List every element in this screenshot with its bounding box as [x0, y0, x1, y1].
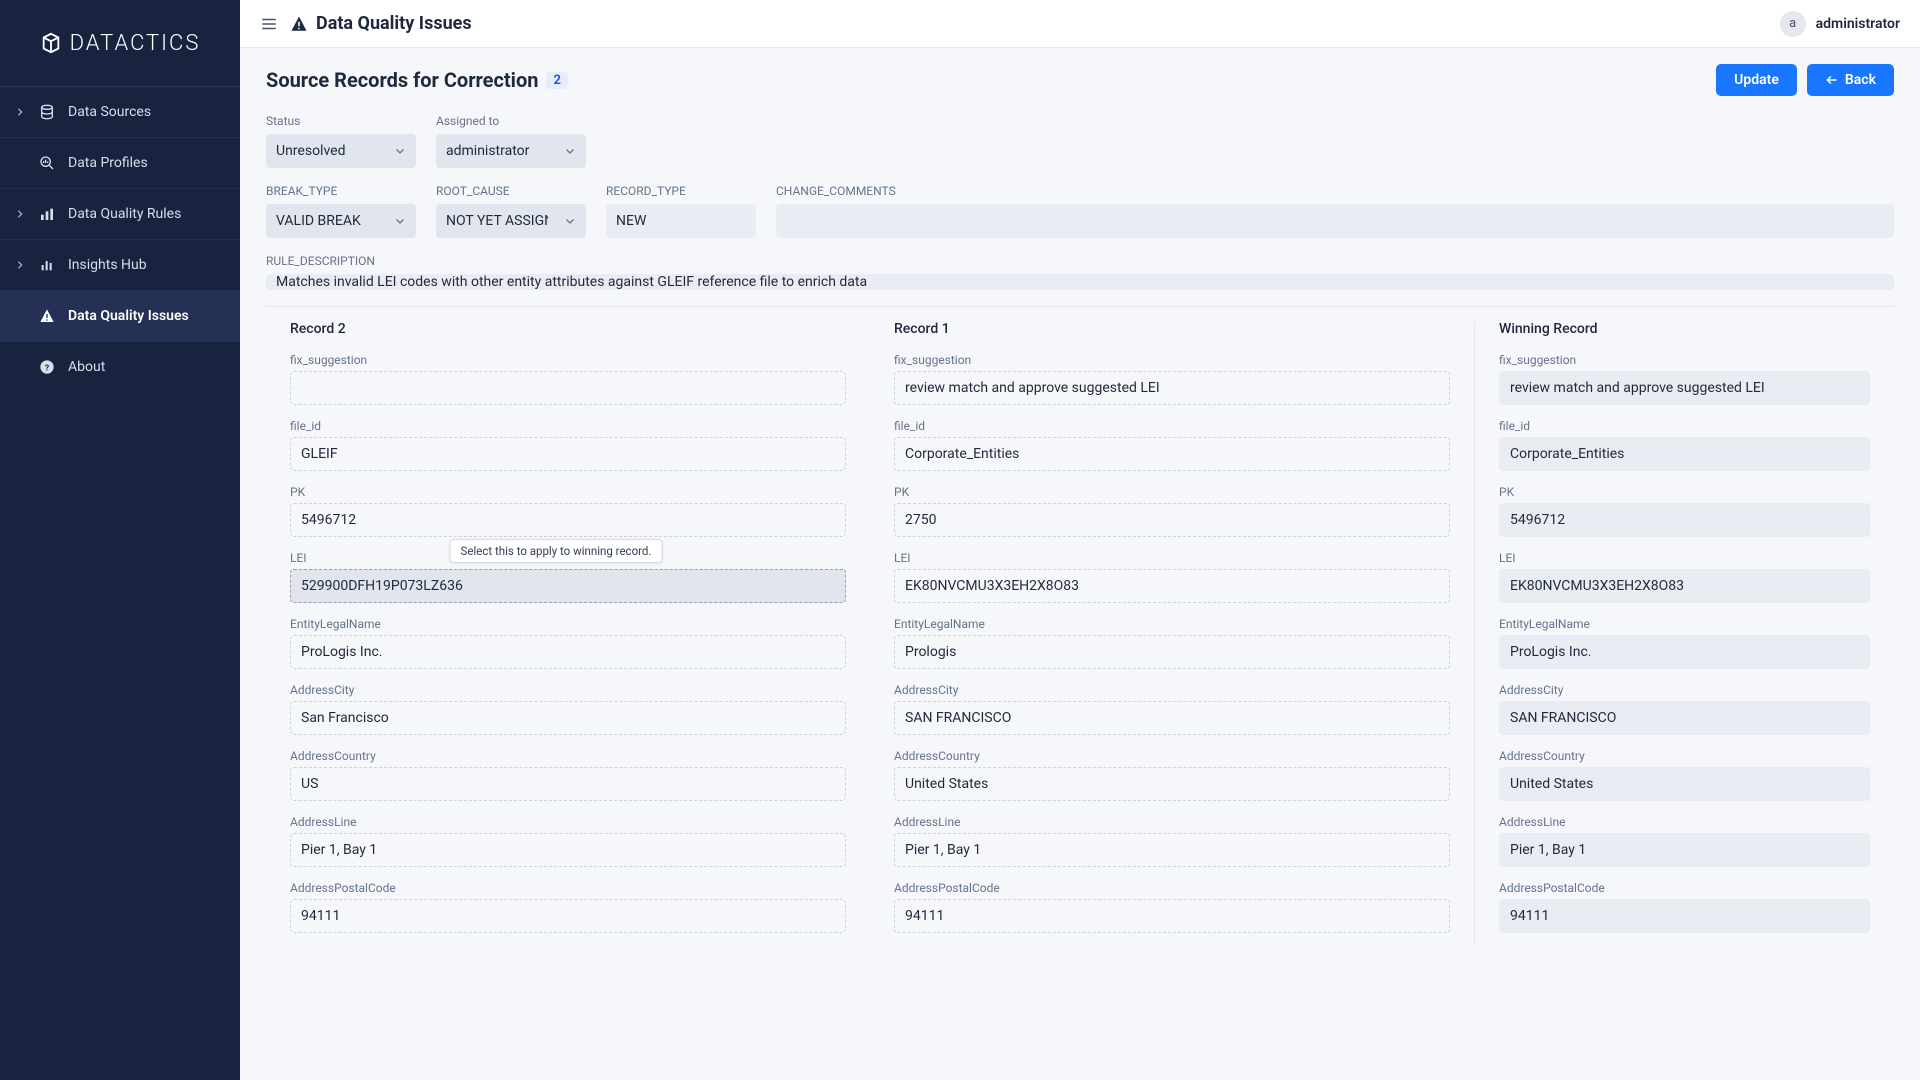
user-menu[interactable]: a administrator — [1780, 11, 1900, 37]
break-type-select[interactable]: VALID BREAK — [266, 204, 416, 238]
update-button[interactable]: Update — [1716, 64, 1797, 96]
r1-entity-legal-name[interactable]: Prologis — [894, 635, 1450, 669]
analytics-icon — [38, 256, 56, 274]
user-name: administrator — [1816, 16, 1900, 32]
w-pk: 5496712 — [1499, 503, 1870, 537]
chevron-down-icon — [394, 145, 406, 157]
assigned-label: Assigned to — [436, 114, 586, 128]
r1-file-id[interactable]: Corporate_Entities — [894, 437, 1450, 471]
brand-icon — [40, 32, 62, 54]
avatar: a — [1780, 11, 1806, 37]
root-cause-label: ROOT_CAUSE — [436, 184, 586, 198]
r2-address-postal-code[interactable]: 94111 — [290, 899, 846, 933]
w-entity-legal-name: ProLogis Inc. — [1499, 635, 1870, 669]
w-address-line: Pier 1, Bay 1 — [1499, 833, 1870, 867]
r1-address-line[interactable]: Pier 1, Bay 1 — [894, 833, 1450, 867]
w-address-country: United States — [1499, 767, 1870, 801]
nav-label: Insights Hub — [68, 257, 147, 273]
sidebar: DATACTICS Data Sources Data Profiles Dat… — [0, 0, 240, 1080]
break-type-label: BREAK_TYPE — [266, 184, 416, 198]
chevron-right-icon — [14, 208, 26, 220]
warning-icon — [38, 307, 56, 325]
r1-address-country[interactable]: United States — [894, 767, 1450, 801]
r2-fix-suggestion[interactable] — [290, 371, 846, 405]
record-1-title: Record 1 — [870, 321, 1450, 337]
back-button[interactable]: Back — [1807, 64, 1894, 96]
status-select[interactable]: Unresolved — [266, 134, 416, 168]
w-address-city: SAN FRANCISCO — [1499, 701, 1870, 735]
page-title-text: Data Quality Issues — [316, 13, 472, 34]
warning-icon — [290, 15, 308, 33]
status-label: Status — [266, 114, 416, 128]
r1-lei[interactable]: EK80NVCMU3X3EH2X8O83 — [894, 569, 1450, 603]
menu-toggle-icon[interactable] — [260, 15, 278, 33]
help-icon: ? — [38, 358, 56, 376]
rule-description-label: RULE_DESCRIPTION — [266, 254, 1894, 268]
nav-item-insights-hub[interactable]: Insights Hub — [0, 240, 240, 291]
r2-address-line[interactable]: Pier 1, Bay 1 — [290, 833, 846, 867]
rule-description-input[interactable]: Matches invalid LEI codes with other ent… — [266, 274, 1894, 290]
nav: Data Sources Data Profiles Data Quality … — [0, 87, 240, 392]
record-count-badge: 2 — [546, 72, 567, 89]
change-comments-label: CHANGE_COMMENTS — [776, 184, 1894, 198]
nav-item-data-quality-rules[interactable]: Data Quality Rules — [0, 189, 240, 240]
winning-record-column: Winning Record fix_suggestionreview matc… — [1474, 321, 1894, 947]
chevron-down-icon — [394, 215, 406, 227]
topbar: Data Quality Issues a administrator — [240, 0, 1920, 48]
record-2-column: Record 2 fix_suggestion file_idGLEIF PK5… — [266, 321, 870, 947]
subheader-title: Source Records for Correction — [266, 68, 538, 92]
chevron-right-icon — [14, 259, 26, 271]
record-type-input[interactable]: NEW — [606, 204, 756, 238]
record-type-label: RECORD_TYPE — [606, 184, 756, 198]
nav-label: Data Quality Issues — [68, 308, 189, 324]
r2-pk[interactable]: 5496712 — [290, 503, 846, 537]
record-1-column: Record 1 fix_suggestionreview match and … — [870, 321, 1474, 947]
r1-fix-suggestion[interactable]: review match and approve suggested LEI — [894, 371, 1450, 405]
arrow-left-icon — [1825, 73, 1839, 87]
r2-address-country[interactable]: US — [290, 767, 846, 801]
nav-item-data-quality-issues[interactable]: Data Quality Issues — [0, 291, 240, 342]
brand-text: DATACTICS — [70, 31, 201, 56]
nav-label: Data Sources — [68, 104, 151, 120]
w-fix-suggestion: review match and approve suggested LEI — [1499, 371, 1870, 405]
r2-entity-legal-name[interactable]: ProLogis Inc. — [290, 635, 846, 669]
nav-item-data-profiles[interactable]: Data Profiles — [0, 138, 240, 189]
nav-label: Data Quality Rules — [68, 206, 181, 222]
chevron-right-icon — [14, 106, 26, 118]
tooltip: Select this to apply to winning record. — [450, 539, 663, 563]
page-title: Data Quality Issues — [290, 13, 472, 34]
assigned-select[interactable]: administrator — [436, 134, 586, 168]
nav-label: About — [68, 359, 105, 375]
root-cause-select[interactable]: NOT YET ASSIGNED — [436, 204, 586, 238]
winning-record-title: Winning Record — [1499, 321, 1870, 337]
magnify-chart-icon — [38, 154, 56, 172]
r2-address-city[interactable]: San Francisco — [290, 701, 846, 735]
nav-item-about[interactable]: ? About — [0, 342, 240, 392]
brand-logo: DATACTICS — [0, 0, 240, 87]
w-address-postal-code: 94111 — [1499, 899, 1870, 933]
record-2-title: Record 2 — [266, 321, 846, 337]
nav-label: Data Profiles — [68, 155, 148, 171]
r2-lei[interactable]: 529900DFH19P073LZ636 — [290, 569, 846, 603]
r1-address-city[interactable]: SAN FRANCISCO — [894, 701, 1450, 735]
change-comments-input[interactable] — [776, 204, 1894, 238]
nav-item-data-sources[interactable]: Data Sources — [0, 87, 240, 138]
r1-pk[interactable]: 2750 — [894, 503, 1450, 537]
r2-file-id[interactable]: GLEIF — [290, 437, 846, 471]
chevron-down-icon — [564, 145, 576, 157]
bar-chart-icon — [38, 205, 56, 223]
w-lei: EK80NVCMU3X3EH2X8O83 — [1499, 569, 1870, 603]
svg-text:?: ? — [45, 363, 49, 373]
chevron-down-icon — [564, 215, 576, 227]
database-icon — [38, 103, 56, 121]
w-file-id: Corporate_Entities — [1499, 437, 1870, 471]
r1-address-postal-code[interactable]: 94111 — [894, 899, 1450, 933]
